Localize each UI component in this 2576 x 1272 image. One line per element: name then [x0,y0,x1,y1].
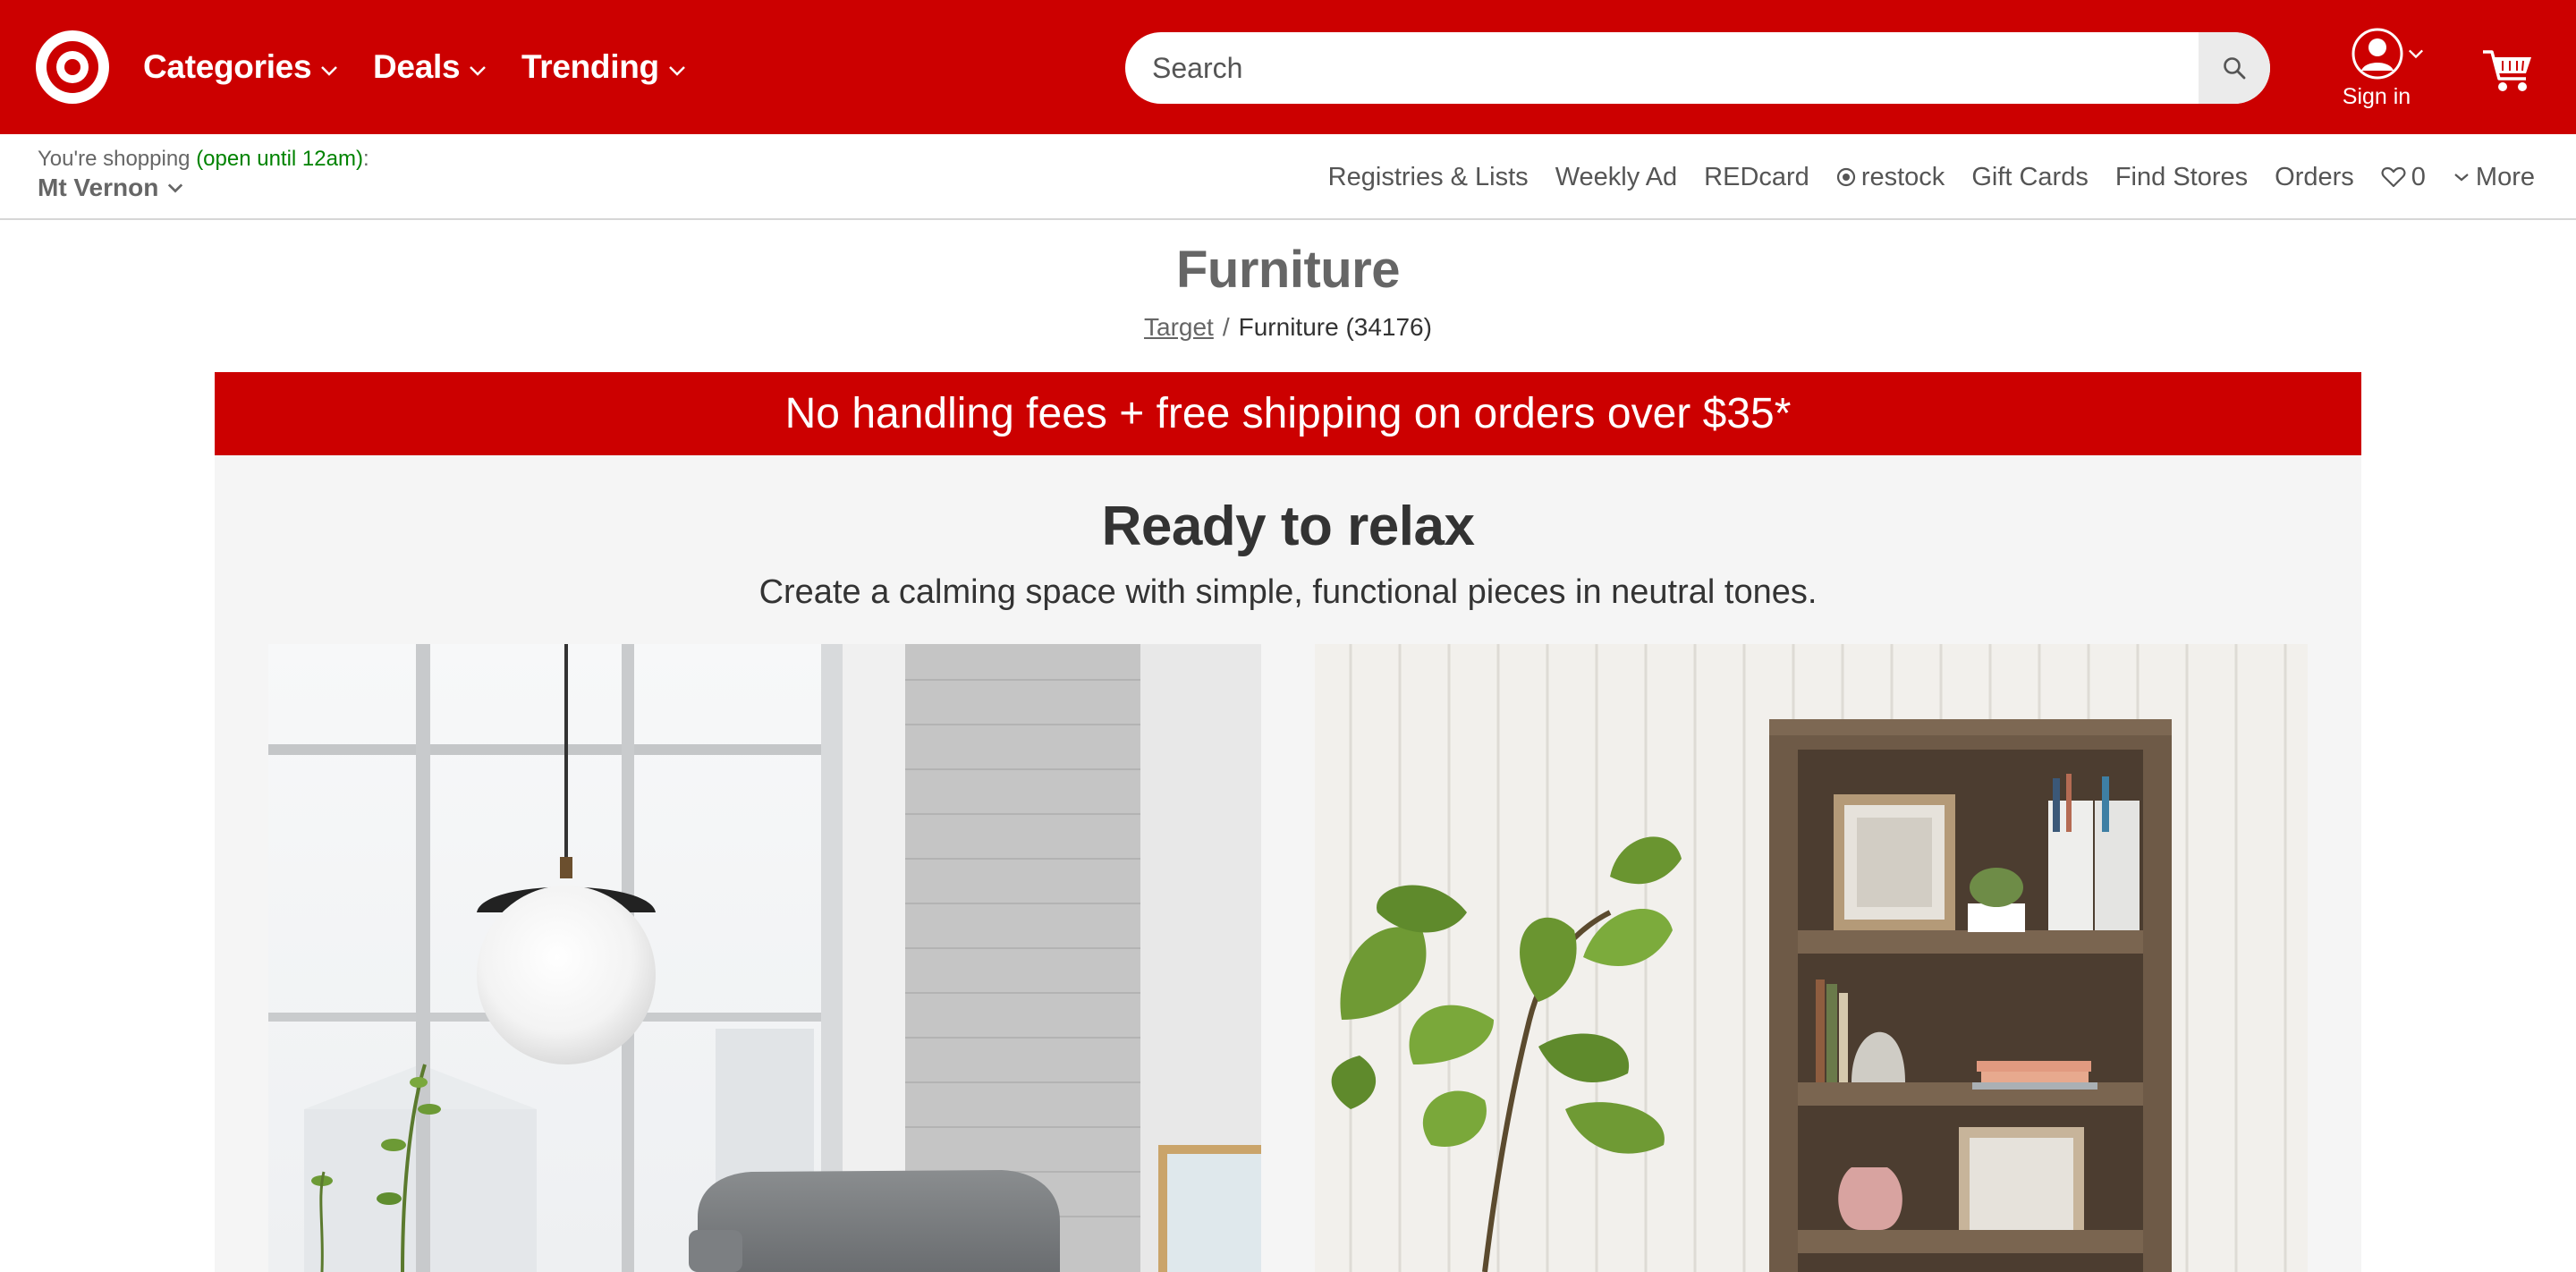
chevron-down-icon [470,66,487,76]
promo-text: No handling fees + free shipping on orde… [784,390,1792,437]
breadcrumb-separator: / [1222,313,1230,341]
breadcrumb-current: Furniture (34176) [1238,313,1432,341]
shipping-promo-banner[interactable]: No handling fees + free shipping on orde… [215,372,2361,455]
link-restock-label: restock [1860,162,1945,191]
nav-deals-label: Deals [373,48,461,85]
chevron-down-icon [321,66,338,76]
link-orders-label: Orders [2275,162,2354,191]
link-orders[interactable]: Orders [2275,163,2354,192]
shopping-suffix: : [362,147,369,171]
search-button[interactable] [2199,32,2270,104]
link-restock[interactable]: restock [1836,163,1945,192]
utility-bar: You're shopping (open until 12am): Mt Ve… [0,134,2576,220]
utility-links: Registries & Lists Weekly Ad REDcard res… [1301,134,2535,220]
link-find-stores-label: Find Stores [2114,162,2249,191]
feature-panel: Ready to relax Create a calming space wi… [215,455,2361,1272]
bookshelf-illustration [1315,644,2308,1272]
sign-in-button[interactable]: Sign in [2336,27,2423,113]
sign-in-label: Sign in [2342,84,2411,109]
store-name: Mt Vernon [38,174,159,201]
feature-title: Ready to relax [1101,496,1475,557]
heart-icon [2381,166,2406,188]
link-more-label: More [2475,162,2535,191]
link-weekly-ad-label: Weekly Ad [1555,162,1678,191]
nav-deals[interactable]: Deals [373,45,487,89]
breadcrumb: Target / Furniture (34176) [0,313,2576,342]
link-redcard[interactable]: REDcard [1704,163,1809,192]
breadcrumb-root-link[interactable]: Target [1144,313,1214,341]
user-icon [2351,28,2403,80]
global-header: Categories Deals Trending Sign in [0,0,2576,134]
link-gift-cards-label: Gift Cards [1971,162,2089,191]
link-registries-label: Registries & Lists [1327,162,1529,191]
link-redcard-label: REDcard [1704,162,1809,191]
nav-trending[interactable]: Trending [521,45,686,89]
search-input[interactable] [1125,32,2199,104]
target-logo-icon[interactable] [36,30,109,104]
favorites-count: 0 [2411,162,2426,191]
store-selector[interactable]: Mt Vernon [38,174,183,202]
search-icon [2224,57,2246,80]
cart-icon[interactable] [2481,43,2535,97]
shopping-prefix: You're shopping [38,147,197,171]
nav-trending-label: Trending [521,48,659,85]
chevron-down-icon [2409,49,2423,59]
link-registries[interactable]: Registries & Lists [1328,163,1529,192]
feature-image-living-room[interactable] [268,644,1261,1272]
link-gift-cards[interactable]: Gift Cards [1971,163,2089,192]
chevron-down-icon [2454,174,2469,182]
link-weekly-ad[interactable]: Weekly Ad [1555,163,1677,192]
nav-categories[interactable]: Categories [143,45,338,89]
link-favorites[interactable]: 0 [2381,163,2426,192]
search-bar [1125,32,2270,104]
link-more[interactable]: More [2453,163,2535,192]
feature-subtitle: Create a calming space with simple, func… [758,573,1818,611]
store-status: You're shopping (open until 12am): [38,147,369,172]
living-room-illustration [268,644,1261,1272]
nav-categories-label: Categories [143,48,312,85]
store-hours: (open until 12am) [196,147,363,171]
chevron-down-icon [168,183,183,193]
page-title: Furniture [1175,241,1401,299]
restock-icon [1836,167,1855,187]
link-find-stores[interactable]: Find Stores [2115,163,2248,192]
feature-image-bookshelf[interactable] [1315,644,2308,1272]
chevron-down-icon [668,66,685,76]
